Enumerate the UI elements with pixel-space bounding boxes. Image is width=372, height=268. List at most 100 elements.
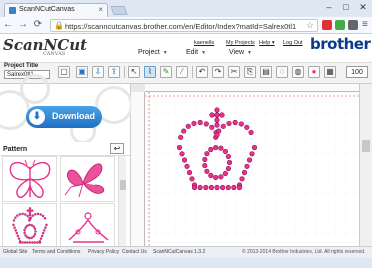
- group-tool[interactable]: ◌: [276, 66, 288, 78]
- select-tool[interactable]: ↖: [128, 66, 140, 78]
- menu-edit[interactable]: Edit ▼: [186, 49, 206, 59]
- footer-link-contact[interactable]: Contact Us: [122, 249, 147, 255]
- logout-link[interactable]: Log Out: [283, 40, 303, 46]
- minimize-button[interactable]: –: [322, 2, 336, 12]
- rhinestone-dot: [225, 184, 231, 191]
- brother-logo: brother: [310, 35, 371, 53]
- rhinestone-dot: [197, 119, 203, 126]
- rhinestone-dot: [15, 231, 19, 235]
- back-arrow-icon[interactable]: ↩: [110, 143, 124, 154]
- rhinestone-dot: [30, 236, 33, 240]
- rhinestone-dot: [197, 184, 203, 191]
- rhinestone-dot: [30, 223, 33, 227]
- cutting-mat[interactable]: [145, 92, 359, 246]
- extension-icon[interactable]: [322, 20, 332, 30]
- pen-tool[interactable]: ✎: [160, 66, 172, 78]
- zoom-input[interactable]: 100: [346, 66, 368, 78]
- menu-view[interactable]: View ▼: [229, 49, 252, 59]
- browser-tab[interactable]: ScanNCutCanvas ×: [4, 3, 108, 17]
- save-tool[interactable]: ▣: [76, 66, 88, 78]
- extension-icon[interactable]: [348, 20, 358, 30]
- download-button[interactable]: ⬇ Download: [26, 106, 102, 128]
- pattern-thumbnail-butterfly[interactable]: [2, 156, 57, 202]
- tab-title: ScanNCutCanvas: [19, 6, 75, 13]
- rhinestone-dot: [28, 211, 32, 215]
- rhinestone-dot: [45, 223, 48, 227]
- rhinestone-dot: [214, 132, 220, 138]
- rhinestone-dot: [34, 230, 37, 233]
- color-tool[interactable]: ●: [308, 66, 320, 78]
- mat-tool[interactable]: ▦: [324, 66, 336, 78]
- paste-tool[interactable]: ▤: [260, 66, 272, 78]
- pattern-thumbnail-dot-crown[interactable]: [2, 203, 57, 249]
- scanncut-logo[interactable]: ScanNCut CANVAS: [3, 36, 87, 57]
- menu-project[interactable]: Project ▼: [138, 49, 168, 59]
- rhinestone-dot: [208, 146, 214, 153]
- forward-icon[interactable]: →: [17, 19, 29, 30]
- canvas-scrollbar[interactable]: [359, 84, 372, 246]
- help-link[interactable]: Help ▾: [259, 40, 275, 46]
- export-tool[interactable]: ⇪: [108, 66, 120, 78]
- tab-close-icon[interactable]: ×: [98, 5, 103, 14]
- shape-tool[interactable]: ◍: [292, 66, 304, 78]
- rhinestone-dot: [44, 226, 47, 229]
- tiara-icon: [68, 212, 109, 243]
- close-window-button[interactable]: ✕: [356, 2, 370, 13]
- node-edit-tool[interactable]: ⌇: [144, 66, 156, 78]
- rhinestone-dot: [23, 231, 26, 235]
- rhinestone-dot: [214, 184, 220, 191]
- scrollbar-thumb[interactable]: [362, 140, 370, 152]
- rhinestone-dot: [28, 207, 32, 210]
- extension-icon[interactable]: [335, 20, 345, 30]
- rhinestone-dot: [39, 237, 43, 240]
- pattern-thumbnail-tiara[interactable]: [60, 203, 115, 249]
- rhinestone-dot: [184, 163, 190, 169]
- new-mat-tool[interactable]: ▢: [58, 66, 70, 78]
- brush-tool[interactable]: ⁄: [176, 66, 188, 78]
- scrollbar-thumb[interactable]: [120, 180, 126, 190]
- redo-tool[interactable]: ↷: [212, 66, 224, 78]
- rhinestone-dot: [208, 172, 214, 179]
- copy-tool[interactable]: ⎘: [244, 66, 256, 78]
- rhinestone-dot: [181, 128, 187, 134]
- pattern-scrollbar[interactable]: [118, 156, 126, 246]
- my-projects-link[interactable]: My Projects: [226, 40, 255, 46]
- rhinestone-dot: [43, 229, 46, 232]
- bookmark-star-icon[interactable]: ☆: [306, 20, 314, 31]
- rhinestone-dot: [202, 156, 208, 162]
- footer-link-global-site[interactable]: Global Site: [3, 249, 27, 255]
- rhinestone-dot: [231, 184, 237, 191]
- menu-label: Edit: [186, 49, 199, 56]
- rhinestone-dot: [238, 121, 244, 127]
- rhinestone-dot: [31, 241, 34, 244]
- back-icon[interactable]: ←: [2, 19, 14, 30]
- rhinestone-dot: [203, 121, 209, 127]
- address-bar[interactable]: 🔒 https://scanncutcanvas.brother.com/en/…: [50, 19, 318, 32]
- mat-canvas[interactable]: [145, 92, 359, 246]
- rhinestone-dot: [38, 241, 42, 244]
- import-tool[interactable]: ⇩: [92, 66, 104, 78]
- rhinestone-dot: [34, 213, 37, 216]
- rhinestone-dot: [21, 212, 24, 216]
- cut-tool[interactable]: ✂: [228, 66, 240, 78]
- user-link[interactable]: kaenells: [194, 40, 214, 46]
- maximize-button[interactable]: □: [339, 2, 353, 12]
- footer-link-terms[interactable]: Terms and Conditions: [32, 249, 80, 255]
- undo-tool[interactable]: ↶: [196, 66, 208, 78]
- rhinestone-dot: [28, 218, 32, 221]
- rhinestone-dot: [225, 153, 231, 159]
- menu-icon[interactable]: ≡: [362, 19, 368, 30]
- chevron-down-icon: ▼: [201, 50, 207, 56]
- rhinestone-dot: [204, 151, 210, 157]
- rhinestone-dot: [33, 227, 37, 231]
- new-tab-button[interactable]: [110, 6, 128, 15]
- rhinestone-dot: [16, 214, 19, 217]
- rhinestone-dot: [226, 159, 233, 166]
- pattern-thumbnail-butterfly-side[interactable]: [60, 156, 115, 202]
- url-text[interactable]: https://scanncutcanvas.brother.com/en/Ed…: [65, 22, 296, 31]
- rhinestone-dot: [191, 120, 197, 126]
- reload-icon[interactable]: ⟳: [32, 19, 44, 30]
- footer-link-privacy[interactable]: Privacy Policy: [88, 249, 119, 255]
- download-icon: ⬇: [29, 109, 45, 125]
- rhinestone-dot: [232, 119, 238, 126]
